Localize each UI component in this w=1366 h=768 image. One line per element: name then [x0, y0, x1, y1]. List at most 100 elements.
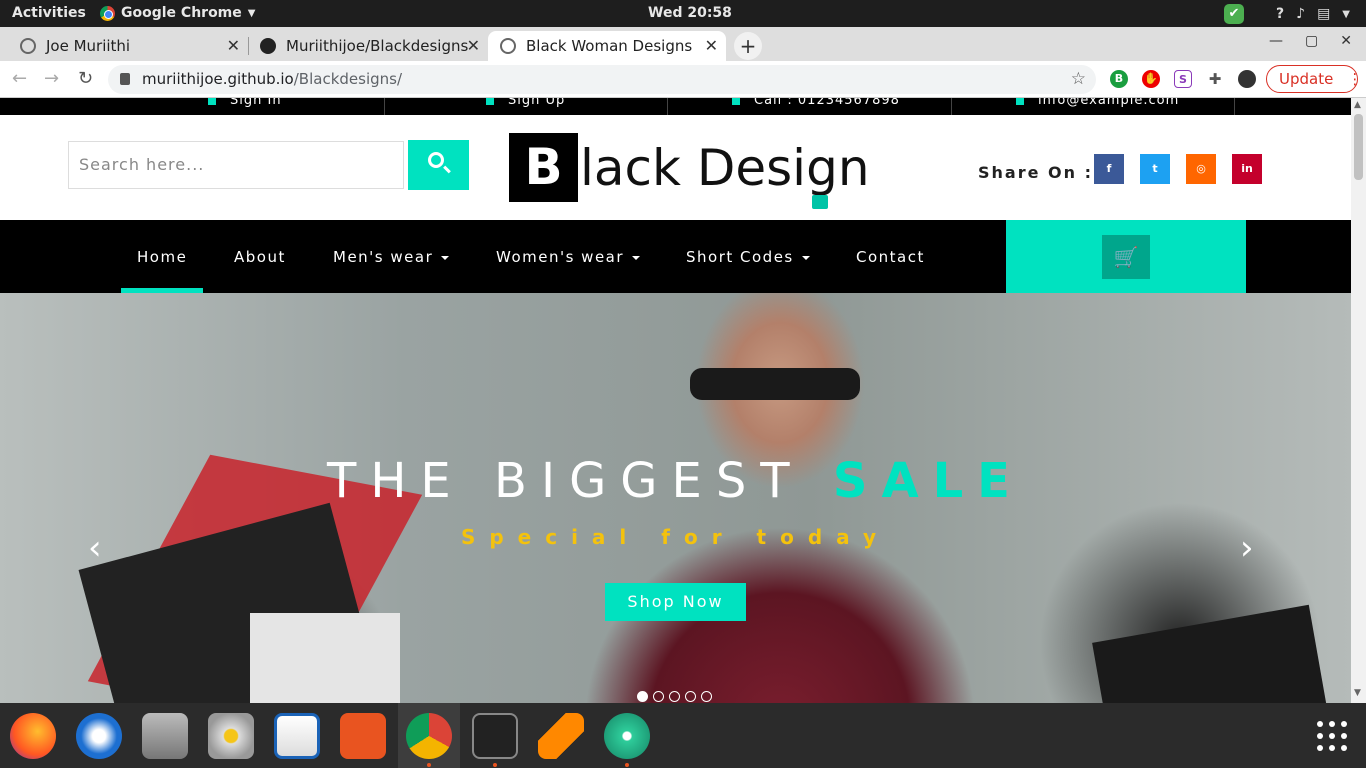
clock[interactable]: Wed 20:58	[648, 5, 732, 21]
terminal-icon[interactable]	[472, 713, 518, 759]
web-page: Sign In Sign Up Call : 01234567898 info@…	[0, 98, 1351, 703]
email-label: info@example.com	[1038, 98, 1180, 108]
tab-black-woman-designs[interactable]: Black Woman Designs ✕	[488, 31, 726, 61]
nav-contact[interactable]: Contact	[856, 248, 925, 266]
show-applications-icon[interactable]	[1317, 721, 1347, 751]
facebook-icon[interactable]: f	[1094, 154, 1124, 184]
globe-icon	[500, 38, 516, 54]
address-bar[interactable]: muriithijoe.github.io/Blackdesigns/ ☆	[108, 65, 1096, 94]
scroll-up-icon[interactable]: ▲	[1354, 100, 1361, 110]
call-label: Call : 01234567898	[754, 98, 900, 108]
close-icon[interactable]: ✕	[705, 36, 718, 55]
dock	[0, 703, 1366, 768]
network-icon[interactable]: ?	[1276, 6, 1284, 22]
tab-title: Black Woman Designs	[526, 37, 693, 55]
reload-icon[interactable]: ↻	[78, 68, 93, 89]
instagram-icon[interactable]: ◎	[1186, 154, 1216, 184]
page-scrollbar[interactable]: ▲ ▼	[1351, 98, 1366, 703]
scroll-down-icon[interactable]: ▼	[1354, 688, 1361, 698]
new-tab-button[interactable]: +	[734, 32, 762, 60]
tab-joe-muriithi[interactable]: Joe Muriithi ✕	[8, 31, 249, 61]
volume-icon[interactable]: ♪	[1296, 6, 1305, 22]
update-check-icon[interactable]: ✔	[1224, 4, 1244, 24]
more-vert-icon: ⋮	[1347, 70, 1363, 88]
carousel-prev-icon[interactable]: ‹	[88, 528, 102, 568]
linkedin-icon[interactable]: in	[1232, 154, 1262, 184]
extension-b-icon[interactable]: B	[1110, 70, 1128, 88]
close-icon[interactable]: ✕	[1340, 33, 1352, 49]
activities-button[interactable]: Activities	[12, 5, 86, 21]
divider	[951, 98, 952, 115]
close-icon[interactable]: ✕	[467, 36, 480, 55]
scrollbar-thumb[interactable]	[1354, 114, 1363, 180]
close-icon[interactable]: ✕	[227, 36, 240, 55]
nav-short-codes[interactable]: Short Codes	[686, 248, 810, 266]
lock-icon[interactable]	[120, 73, 130, 85]
site-header: Search here... B lack Design Share On : …	[0, 115, 1351, 220]
search-button[interactable]	[408, 140, 469, 190]
chrome-icon[interactable]	[406, 713, 452, 759]
carousel-dot[interactable]	[669, 691, 680, 702]
tab-title: Muriithijoe/Blackdesigns	[286, 37, 469, 55]
logo-letter: B	[509, 133, 578, 202]
shopping-bag-image	[1092, 604, 1328, 703]
avatar[interactable]	[1238, 70, 1256, 88]
email-link[interactable]: info@example.com	[1016, 98, 1179, 108]
forward-arrow-icon[interactable]: →	[44, 68, 59, 89]
minimize-icon[interactable]: —	[1269, 33, 1283, 49]
files-icon[interactable]	[142, 713, 188, 759]
software-icon[interactable]	[340, 713, 386, 759]
update-button[interactable]: Update ⋮	[1266, 65, 1362, 93]
chevron-down-icon[interactable]: ▼	[1342, 9, 1350, 20]
signup-label: Sign Up	[508, 98, 566, 108]
search-input[interactable]: Search here...	[68, 141, 404, 189]
maximize-icon[interactable]: ▢	[1305, 33, 1318, 49]
atom-icon[interactable]	[604, 713, 650, 759]
app-menu[interactable]: Google Chrome ▼	[100, 5, 255, 21]
twitter-icon[interactable]: t	[1140, 154, 1170, 184]
carousel-dot[interactable]	[653, 691, 664, 702]
site-logo[interactable]: B lack Design	[509, 133, 870, 202]
bookmark-star-icon[interactable]: ☆	[1071, 65, 1086, 94]
nav-mens-wear[interactable]: Men's wear	[333, 248, 450, 266]
update-label: Update	[1279, 70, 1334, 88]
app-menu-label: Google Chrome	[121, 5, 242, 21]
signin-link[interactable]: Sign In	[208, 98, 282, 108]
tab-title: Joe Muriithi	[46, 37, 131, 55]
caret-down-icon	[441, 255, 450, 260]
main-nav: Home About Men's wear Women's wear Short…	[0, 220, 1351, 293]
tab-github[interactable]: Muriithijoe/Blackdesigns ✕	[248, 31, 488, 61]
hero-title-main: THE BIGGEST	[327, 453, 833, 509]
mail-icon	[1016, 98, 1024, 105]
chevron-down-icon: ▼	[247, 7, 256, 19]
carousel-dot[interactable]	[637, 691, 648, 702]
globe-icon	[20, 38, 36, 54]
nav-home[interactable]: Home	[137, 248, 187, 266]
battery-icon[interactable]: ▤	[1317, 6, 1330, 22]
cart-area: 🛒	[1006, 220, 1246, 293]
system-tray[interactable]: ✔ ? ♪ ▤ ▼	[1224, 4, 1350, 24]
extension-s-icon[interactable]: S	[1174, 70, 1192, 88]
carousel-dot[interactable]	[701, 691, 712, 702]
system-top-bar: Activities Google Chrome ▼ Wed 20:58 ✔ ?…	[0, 0, 1366, 27]
nav-about[interactable]: About	[234, 248, 286, 266]
info-bar: Sign In Sign Up Call : 01234567898 info@…	[0, 98, 1351, 115]
thunderbird-icon[interactable]	[76, 713, 122, 759]
caret-down-icon	[801, 255, 810, 260]
carousel-next-icon[interactable]: ›	[1240, 528, 1254, 568]
extension-adblock-icon[interactable]: ✋	[1142, 70, 1160, 88]
hero-title: THE BIGGEST SALE	[0, 453, 1351, 509]
vlc-icon[interactable]	[538, 713, 584, 759]
back-arrow-icon[interactable]: ←	[12, 68, 27, 89]
carousel-dot[interactable]	[685, 691, 696, 702]
url-host: muriithijoe.github.io	[142, 70, 294, 88]
writer-icon[interactable]	[274, 713, 320, 759]
firefox-icon[interactable]	[10, 713, 56, 759]
shop-now-button[interactable]: Shop Now	[605, 583, 746, 621]
cart-button[interactable]: 🛒	[1102, 235, 1150, 279]
nav-womens-wear[interactable]: Women's wear	[496, 248, 641, 266]
edit-icon	[486, 98, 494, 105]
signup-link[interactable]: Sign Up	[486, 98, 565, 108]
extensions-puzzle-icon[interactable]: ✚	[1206, 70, 1224, 88]
rhythmbox-icon[interactable]	[208, 713, 254, 759]
